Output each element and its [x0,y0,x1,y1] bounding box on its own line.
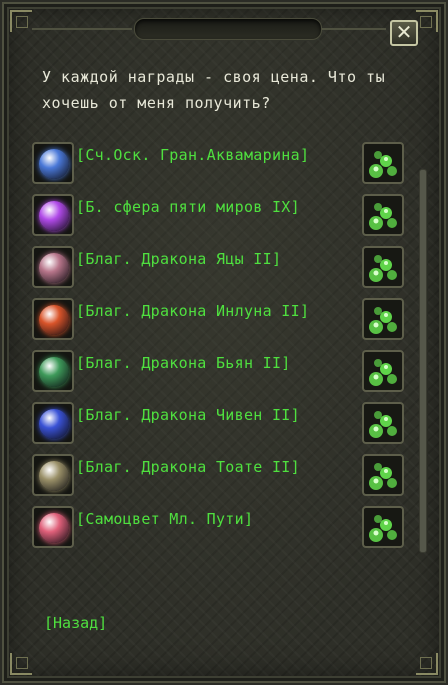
title-divider-left [32,28,132,30]
dragon-orb-chiven-icon[interactable] [32,402,74,444]
jade-reward-icon[interactable] [362,246,404,288]
jade-reward-icon[interactable] [362,506,404,548]
npc-dialog-text: У каждой награды - своя цена. Что ты хоч… [42,68,386,112]
jade-reward-icon[interactable] [362,402,404,444]
jade-reward-icon[interactable] [362,142,404,184]
jade-reward-icon[interactable] [362,194,404,236]
jade-reward-icon[interactable] [362,454,404,496]
jade-reward-icon[interactable] [362,350,404,392]
frame-corner-ornament [416,653,438,675]
reward-item-link[interactable]: [Благ. Дракона Яцы II] [76,248,281,270]
reward-row: [Благ. Дракона Инлуна II] [32,298,412,342]
reward-item-link[interactable]: [Сч.Оск. Гран.Аквамарина] [76,144,309,166]
title-divider-right [322,28,386,30]
npc-dialog-window: ✕ У каждой награды - своя цена. Что ты х… [2,2,446,683]
reward-item-link[interactable]: [Благ. Дракона Бьян II] [76,352,291,374]
reward-row: [Благ. Дракона Чивен II] [32,402,412,446]
frame-corner-ornament [10,10,32,32]
dragon-orb-yatsy-icon[interactable] [32,246,74,288]
dragon-orb-byan-icon[interactable] [32,350,74,392]
back-link[interactable]: [Назад] [44,614,107,632]
reward-item-link[interactable]: [Самоцвет Мл. Пути] [76,508,253,530]
reward-item-link[interactable]: [Б. сфера пяти миров IX] [76,196,300,218]
dragon-orb-toate-icon[interactable] [32,454,74,496]
reward-row: [Благ. Дракона Бьян II] [32,350,412,394]
reward-row: [Благ. Дракона Тоате II] [32,454,412,498]
list-scrollbar[interactable] [419,169,427,553]
path-gem-icon[interactable] [32,506,74,548]
reward-item-link[interactable]: [Благ. Дракона Тоате II] [76,456,300,478]
frame-corner-ornament [416,10,438,32]
frame-corner-ornament [10,653,32,675]
five-worlds-sphere-icon[interactable] [32,194,74,236]
dragon-orb-inluna-icon[interactable] [32,298,74,340]
reward-row: [Самоцвет Мл. Пути] [32,506,412,550]
reward-item-link[interactable]: [Благ. Дракона Инлуна II] [76,300,309,322]
reward-row: [Благ. Дракона Яцы II] [32,246,412,290]
reward-row: [Сч.Оск. Гран.Аквамарина] [32,142,412,186]
close-icon: ✕ [395,20,413,44]
aquamarine-shard-icon[interactable] [32,142,74,184]
reward-item-link[interactable]: [Благ. Дракона Чивен II] [76,404,300,426]
close-button[interactable]: ✕ [390,20,418,46]
window-title-bar[interactable] [134,18,322,40]
reward-row: [Б. сфера пяти миров IX] [32,194,412,238]
jade-reward-icon[interactable] [362,298,404,340]
